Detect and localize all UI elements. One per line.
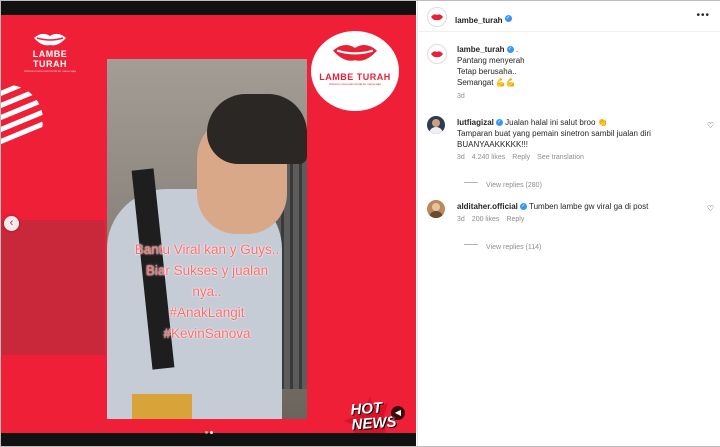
divider-line bbox=[464, 182, 478, 184]
lips-icon bbox=[431, 51, 443, 58]
striped-circle-decoration bbox=[1, 85, 43, 155]
comment-username[interactable]: alditaher.official bbox=[457, 202, 518, 211]
lips-icon bbox=[333, 45, 377, 61]
reply-button[interactable]: Reply bbox=[506, 216, 524, 223]
caption-suffix: . bbox=[515, 45, 519, 54]
comment-text: BUANYAAKKKKK!!! bbox=[457, 140, 528, 149]
carousel-indicator bbox=[204, 421, 214, 439]
video-person-hair bbox=[207, 94, 307, 164]
comment-text: Tumben lambe gw viral ga di post bbox=[528, 202, 649, 211]
comment-item: alditaher.official ✓ Tumben lambe gw vira… bbox=[457, 201, 697, 254]
hot-news-badge: HOT NEWS bbox=[350, 399, 398, 433]
brand-logo-left: LAMBE TURAH Hiburan menemani Anda ke man… bbox=[15, 31, 85, 77]
comment-text: Tamparan buat yang pemain sinetron sambi… bbox=[457, 129, 651, 138]
overlay-line: Bantu Viral kan y Guys.. bbox=[134, 242, 280, 257]
like-comment-heart-icon[interactable]: ♡ bbox=[707, 204, 714, 213]
carousel-dot-active bbox=[210, 431, 213, 434]
brand-tagline-left: Hiburan menemani Anda ke mana saja bbox=[24, 69, 76, 73]
caption-time[interactable]: 3d bbox=[457, 93, 707, 100]
view-replies-label: View replies (114) bbox=[486, 244, 542, 251]
overlay-line: #AnakLangit bbox=[169, 305, 245, 320]
comment-likes[interactable]: 4.240 likes bbox=[472, 154, 505, 161]
divider-line bbox=[464, 244, 478, 246]
previous-slide-button[interactable]: ‹ bbox=[4, 216, 19, 231]
caption-line: Pantang menyerah bbox=[457, 56, 525, 65]
brand-tagline-right: Hiburan menemani Anda ke mana saja bbox=[329, 82, 381, 86]
view-replies-button[interactable]: View replies (280) bbox=[457, 174, 697, 192]
comment-time[interactable]: 3d bbox=[457, 154, 465, 161]
caption: lambe_turah ✓ . Pantang menyerah Tetap be… bbox=[457, 44, 707, 100]
comments-panel: lambe_turah ✓ ••• lambe_turah ✓ . Pantang … bbox=[417, 1, 720, 446]
media-background: LAMBE TURAH Hiburan menemani Anda ke man… bbox=[1, 15, 416, 433]
video-overlay-text: Bantu Viral kan y Guys.. Biar Sukses y j… bbox=[107, 239, 307, 344]
overlay-line: nya.. bbox=[192, 284, 222, 299]
post-media[interactable]: LAMBE TURAH Hiburan menemani Anda ke man… bbox=[1, 1, 416, 446]
reply-button[interactable]: Reply bbox=[512, 154, 530, 161]
brand-name-left: LAMBE TURAH bbox=[32, 49, 68, 69]
caption-line: Semangat 💪💪 bbox=[457, 78, 516, 87]
caption-line: Tetap berusaha.. bbox=[457, 67, 517, 76]
speaker-muted-icon: ◀ bbox=[394, 408, 402, 417]
comment-text: Jualan halal ini salut broo 👏 bbox=[505, 118, 608, 127]
chevron-left-icon: ‹ bbox=[9, 217, 14, 229]
comment-username[interactable]: lutfiagizal bbox=[457, 118, 494, 127]
commenter-avatar[interactable] bbox=[427, 200, 445, 218]
overlay-line: #KevinSanova bbox=[163, 326, 251, 341]
badge-line-news: NEWS bbox=[350, 413, 398, 433]
video-food-box bbox=[132, 394, 192, 419]
more-options-button[interactable]: ••• bbox=[696, 10, 710, 21]
verified-badge-icon: ✓ bbox=[506, 46, 514, 54]
carousel-dot bbox=[205, 431, 208, 434]
comment-likes[interactable]: 200 likes bbox=[472, 216, 500, 223]
commenter-avatar[interactable] bbox=[427, 116, 445, 134]
author-avatar[interactable] bbox=[427, 7, 447, 27]
view-replies-label: View replies (280) bbox=[486, 182, 542, 189]
view-replies-button[interactable]: View replies (114) bbox=[457, 236, 697, 254]
overlay-line: Biar Sukses y jualan bbox=[145, 263, 269, 278]
video-frame[interactable]: Bantu Viral kan y Guys.. Biar Sukses y j… bbox=[107, 59, 307, 419]
verified-badge-icon: ✓ bbox=[504, 15, 512, 23]
verified-badge-icon: ✓ bbox=[495, 119, 503, 127]
lips-icon bbox=[34, 33, 66, 46]
brand-name-right: LAMBE TURAH bbox=[319, 72, 391, 82]
like-comment-heart-icon[interactable]: ♡ bbox=[707, 121, 714, 130]
see-translation-button[interactable]: See translation bbox=[537, 154, 584, 161]
post-header: lambe_turah ✓ ••• bbox=[418, 1, 720, 32]
lips-icon bbox=[431, 14, 443, 21]
mute-toggle-button[interactable]: ◀ bbox=[391, 406, 405, 420]
side-band-decoration bbox=[1, 220, 105, 355]
comment-time[interactable]: 3d bbox=[457, 216, 465, 223]
comment-item: lutfiagizal ✓ Jualan halal ini salut broo… bbox=[457, 117, 697, 192]
verified-badge-icon: ✓ bbox=[519, 203, 527, 211]
caption-avatar[interactable] bbox=[427, 44, 447, 64]
caption-username[interactable]: lambe_turah bbox=[457, 45, 505, 54]
author-username[interactable]: lambe_turah bbox=[455, 16, 503, 25]
brand-logo-right: LAMBE TURAH Hiburan menemani Anda ke man… bbox=[311, 31, 399, 111]
